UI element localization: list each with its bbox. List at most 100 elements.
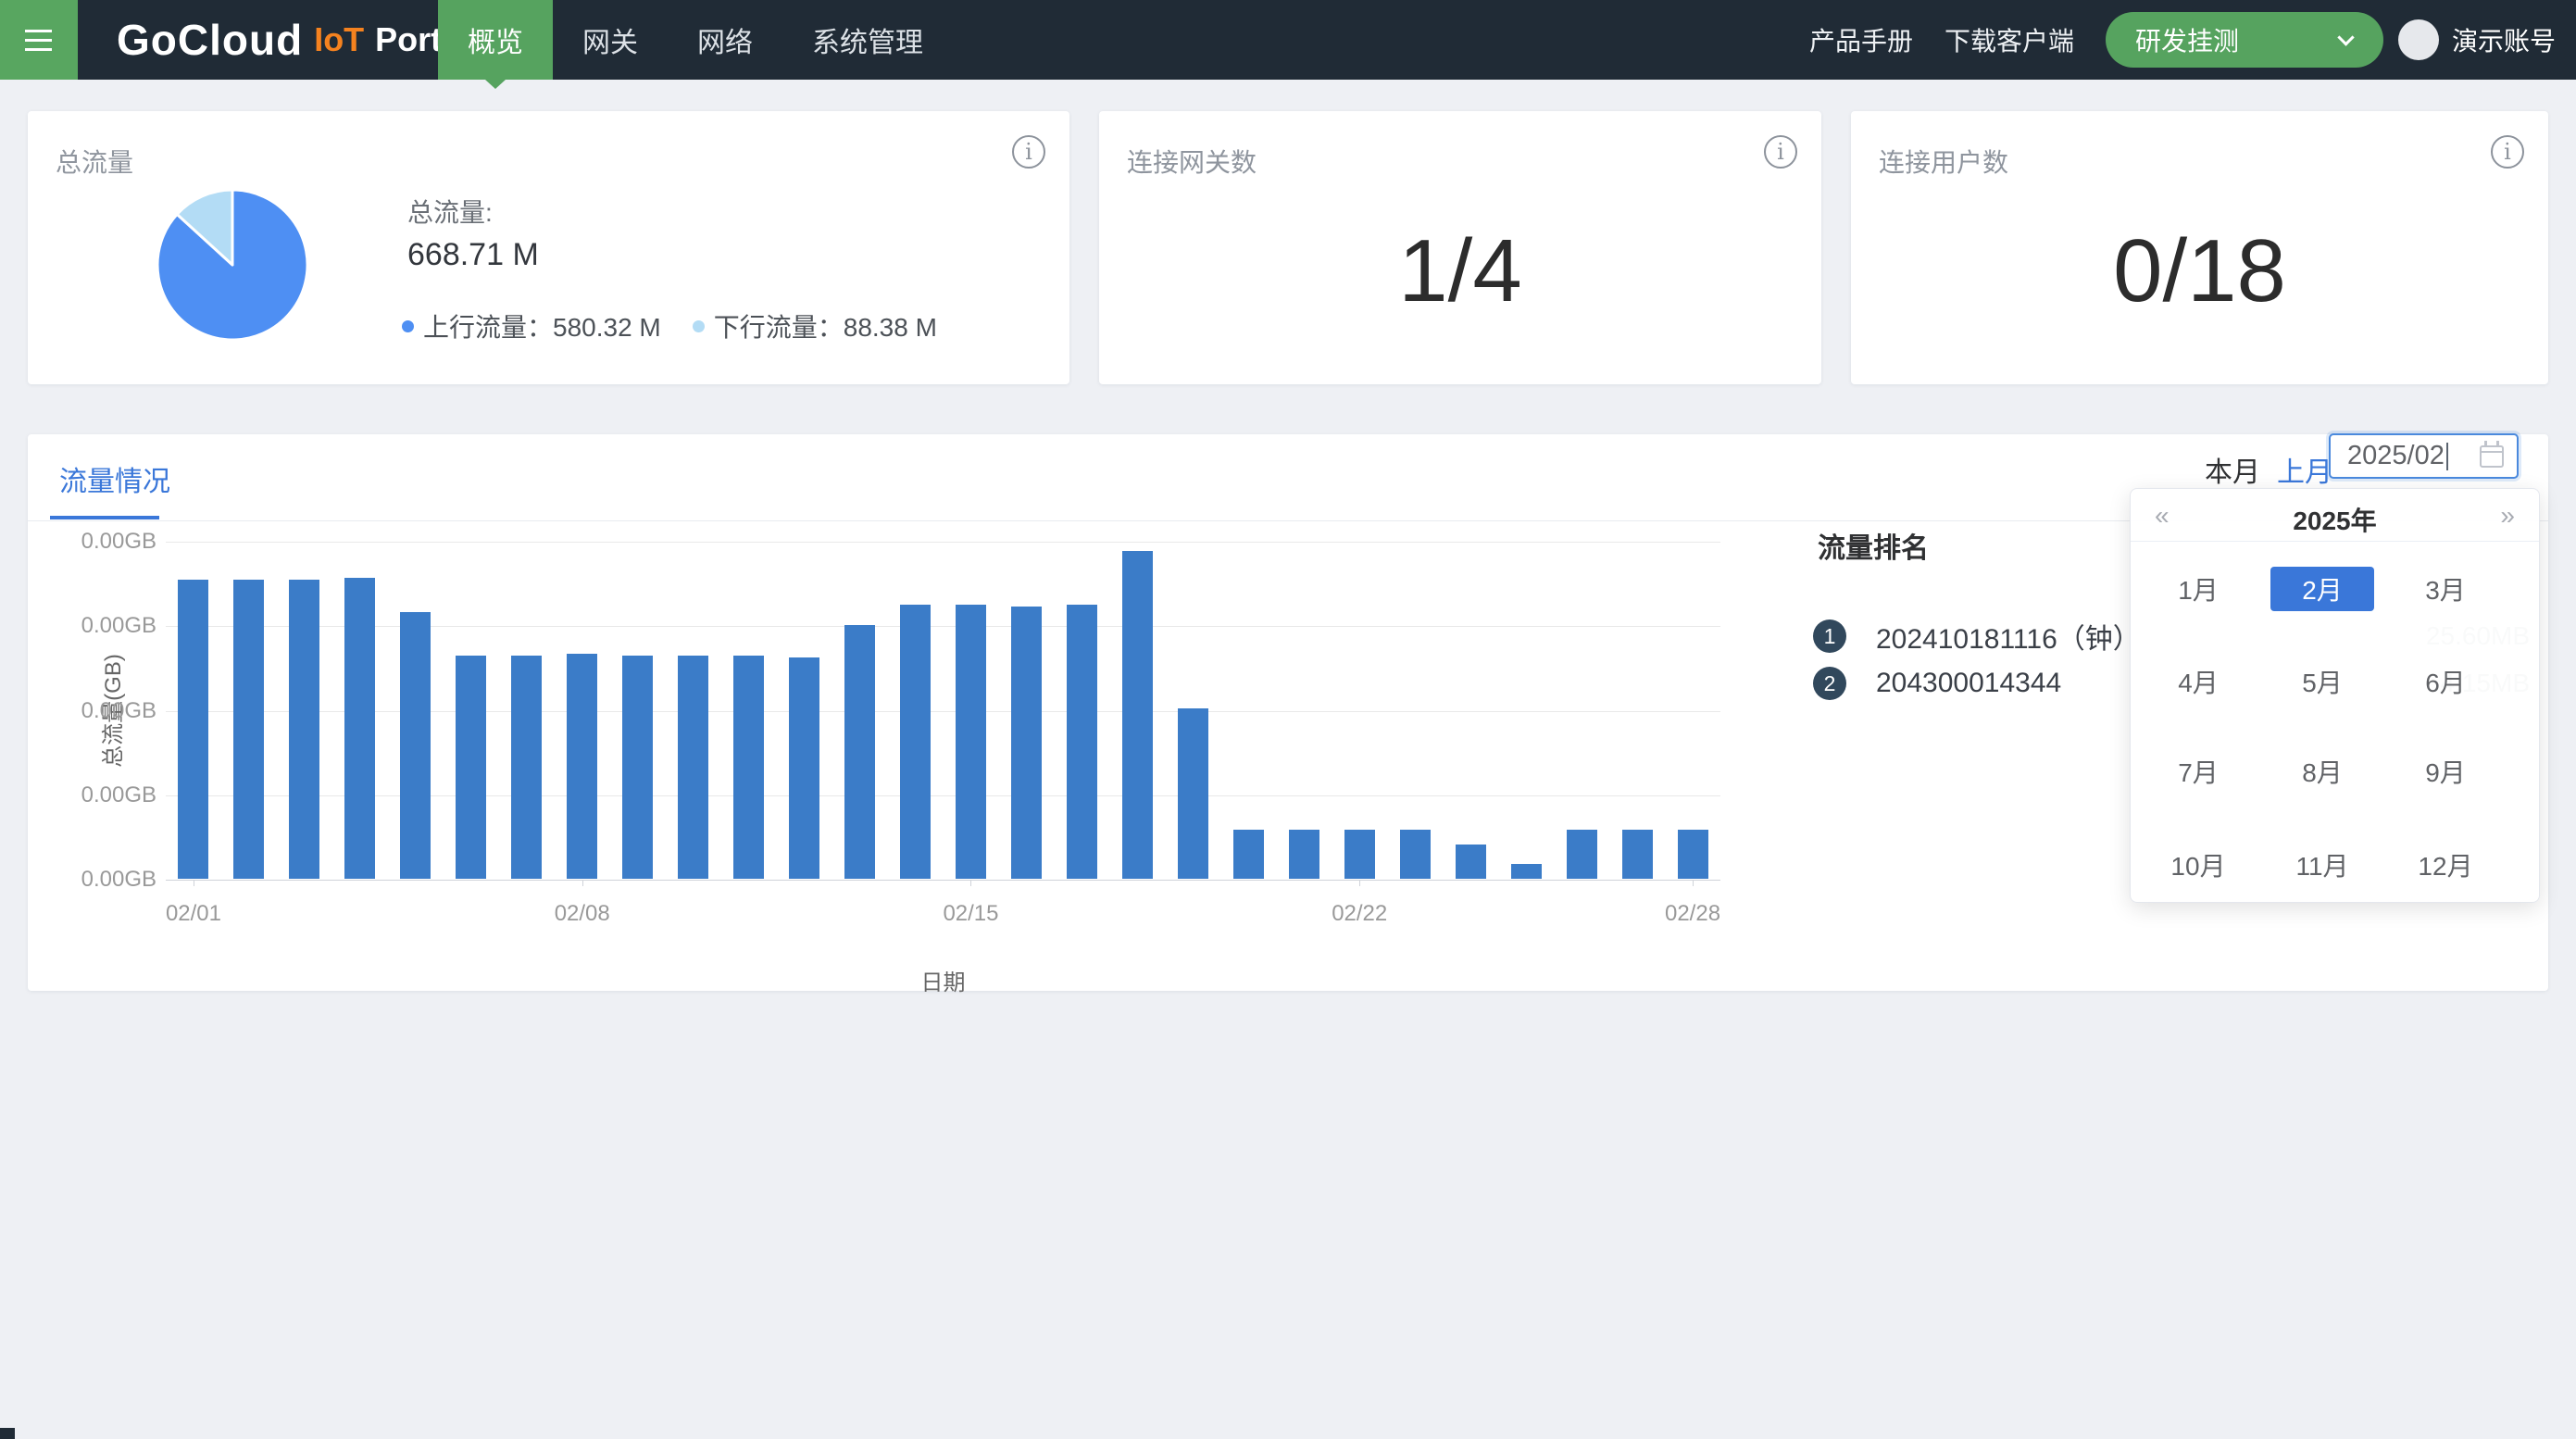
traffic-legend: 上行流量：580.32 M 下行流量：88.38 M [402, 307, 969, 344]
month-cell-12[interactable]: 12月 [2394, 843, 2497, 887]
y-tick-label: 0.00GB [45, 698, 156, 724]
legend-text: 上行流量：580.32 M [423, 307, 661, 344]
month-cell-6[interactable]: 6月 [2394, 659, 2497, 704]
bar-02/16[interactable] [1011, 607, 1042, 879]
x-tick-label: 02/08 [527, 901, 638, 927]
bar-02/18[interactable] [1122, 551, 1153, 879]
bar-02/14[interactable] [900, 605, 931, 879]
bar-chart: 0.00GB0.00GB0.00GB0.00GB0.00GB02/0102/08… [166, 542, 1720, 880]
x-tick-label: 02/22 [1304, 901, 1415, 927]
bar-02/26[interactable] [1567, 830, 1597, 879]
picker-year-label: 2025年 [2131, 501, 2539, 538]
month-cell-7[interactable]: 7月 [2146, 749, 2250, 794]
month-picker-popup: « 2025年 » 1月 2月 3月 4月 5月 6月 7月 8月 9月 10月 11月 12月 [2130, 488, 2540, 903]
nav-item-3[interactable]: 系统管理 [782, 0, 953, 80]
bar-02/23[interactable] [1400, 830, 1431, 879]
bar-02/06[interactable] [456, 656, 486, 879]
bar-02/10[interactable] [678, 656, 708, 879]
legend-dot-icon [693, 320, 705, 332]
nav-item-0[interactable]: 概览 [438, 0, 553, 80]
rank-name: 204300014344 [1876, 668, 2061, 699]
month-cell-3[interactable]: 3月 [2394, 567, 2497, 611]
nav-item-1[interactable]: 网关 [553, 0, 668, 80]
bar-02/01[interactable] [178, 580, 208, 879]
month-cell-5[interactable]: 5月 [2270, 659, 2374, 704]
bar-02/09[interactable] [622, 656, 653, 879]
bar-02/07[interactable] [511, 656, 542, 879]
bar-02/22[interactable] [1344, 830, 1375, 879]
nav-item-2[interactable]: 网络 [668, 0, 782, 80]
x-tick-label: 02/28 [1637, 901, 1748, 927]
nav-link-manual[interactable]: 产品手册 [1809, 21, 1913, 58]
month-date-input[interactable]: 2025/02 [2329, 433, 2519, 479]
account-name[interactable]: 演示账号 [2452, 21, 2556, 58]
y-tick-label: 0.00GB [45, 529, 156, 555]
traffic-pie-chart [154, 186, 311, 344]
legend-item-1: 下行流量：88.38 M [693, 307, 937, 344]
bar-02/24[interactable] [1456, 845, 1486, 879]
card-title: 连接网关数 [1127, 143, 1257, 180]
nav-right: 产品手册 下载客户端 研发挂测 演示账号 [1809, 0, 2576, 80]
nav-link-download[interactable]: 下载客户端 [1945, 21, 2074, 58]
month-picker-header: « 2025年 » [2131, 489, 2539, 542]
month-cell-2[interactable]: 2月 [2270, 567, 2374, 611]
month-cell-8[interactable]: 8月 [2270, 749, 2374, 794]
date-input-value: 2025/02 [2347, 441, 2445, 471]
x-tick-mark [582, 880, 583, 886]
rank-name: 202410181116（钟） [1876, 616, 2141, 657]
text-caret [2446, 443, 2448, 470]
info-icon[interactable]: i [1764, 135, 1797, 169]
card-title: 总流量 [56, 143, 133, 180]
next-year-icon[interactable]: » [2500, 501, 2515, 531]
bar-02/04[interactable] [344, 578, 375, 879]
bar-02/20[interactable] [1233, 830, 1264, 879]
bar-02/13[interactable] [844, 625, 875, 879]
y-tick-label: 0.00GB [45, 613, 156, 639]
month-cell-10[interactable]: 10月 [2146, 843, 2250, 887]
this-month-button[interactable]: 本月 [2205, 449, 2260, 490]
bar-02/12[interactable] [789, 657, 819, 879]
bar-02/19[interactable] [1178, 708, 1208, 879]
bar-02/02[interactable] [233, 580, 264, 879]
hamburger-menu-icon[interactable] [0, 0, 78, 80]
tab-traffic-status[interactable]: 流量情况 [59, 458, 170, 499]
active-tab-underline [50, 516, 159, 519]
card-gateways: 连接网关数 i 1/4 [1099, 111, 1821, 384]
ranking-title: 流量排名 [1818, 525, 1929, 566]
last-month-button[interactable]: 上月 [2277, 449, 2332, 490]
info-icon[interactable]: i [2491, 135, 2524, 169]
environment-dropdown[interactable]: 研发挂测 [2106, 12, 2383, 68]
nav-tabs: 概览网关网络系统管理 [438, 0, 953, 80]
gridline [166, 795, 1720, 796]
bar-02/17[interactable] [1067, 605, 1097, 879]
app-logo: GoCloud IoT Portal [117, 0, 469, 80]
avatar[interactable] [2398, 19, 2439, 60]
gateways-value: 1/4 [1099, 220, 1821, 322]
bar-02/25[interactable] [1511, 864, 1542, 879]
bar-02/03[interactable] [289, 580, 319, 879]
chevron-down-icon [2337, 29, 2354, 45]
bar-02/05[interactable] [400, 612, 431, 879]
month-cell-11[interactable]: 11月 [2270, 843, 2374, 887]
bar-02/08[interactable] [567, 654, 597, 879]
info-icon[interactable]: i [1012, 135, 1045, 169]
x-tick-label: 02/01 [138, 901, 249, 927]
rank-badge: 1 [1813, 619, 1846, 653]
month-cell-9[interactable]: 9月 [2394, 749, 2497, 794]
gridline [166, 542, 1720, 543]
bar-02/28[interactable] [1678, 830, 1708, 879]
total-traffic-label: 总流量: [407, 193, 493, 230]
bar-02/21[interactable] [1289, 830, 1319, 879]
bar-02/15[interactable] [956, 605, 986, 879]
gridline [166, 711, 1720, 712]
y-tick-label: 0.00GB [45, 867, 156, 893]
environment-dropdown-label: 研发挂测 [2135, 21, 2239, 58]
month-cell-4[interactable]: 4月 [2146, 659, 2250, 704]
x-axis-title: 日期 [166, 964, 1720, 996]
bar-02/11[interactable] [733, 656, 764, 879]
top-navbar: GoCloud IoT Portal 概览网关网络系统管理 产品手册 下载客户端… [0, 0, 2576, 80]
month-cell-1[interactable]: 1月 [2146, 567, 2250, 611]
card-users: 连接用户数 i 0/18 [1851, 111, 2548, 384]
bar-02/27[interactable] [1622, 830, 1653, 879]
legend-item-0: 上行流量：580.32 M [402, 307, 661, 344]
